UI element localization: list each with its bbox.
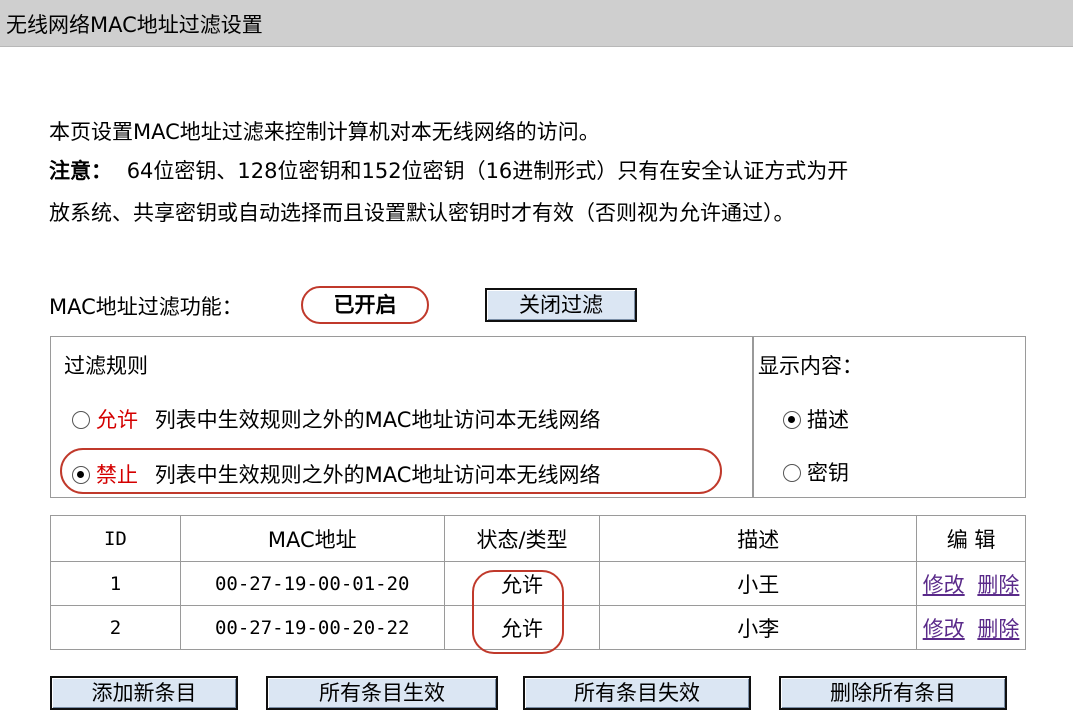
filter-label: MAC地址过滤功能：: [49, 295, 243, 319]
row-desc: 小李: [599, 605, 918, 650]
title-bar: 无线网络MAC地址过滤设置: [0, 0, 1073, 47]
display-desc-label: 描述: [807, 408, 849, 432]
note-text-1: 64位密钥、128位密钥和152位密钥（16进制形式）只有在安全认证方式为开: [126, 159, 849, 183]
delete-link[interactable]: 删除: [977, 617, 1019, 641]
status-highlight: [472, 570, 564, 654]
filter-status-badge: 已开启: [301, 286, 429, 324]
rule-deny-option[interactable]: 禁止 列表中生效规则之外的MAC地址访问本无线网络: [72, 459, 600, 489]
delete-link[interactable]: 删除: [977, 573, 1019, 597]
disable-all-button[interactable]: 所有条目失效: [523, 676, 751, 710]
rule-deny-radio[interactable]: [72, 466, 90, 484]
row-id: 2: [50, 605, 181, 650]
display-title: 显示内容：: [758, 354, 863, 378]
toggle-filter-button[interactable]: 关闭过滤: [485, 288, 637, 322]
modify-link[interactable]: 修改: [923, 617, 965, 641]
table-header-row: ID MAC地址 状态/类型 描述 编 辑: [50, 515, 1026, 562]
delete-all-button[interactable]: 删除所有条目: [779, 676, 1007, 710]
header-id: ID: [50, 515, 181, 562]
display-key-option[interactable]: 密钥: [783, 457, 849, 487]
row-mac: 00-27-19-00-20-22: [179, 605, 445, 650]
display-desc-radio[interactable]: [783, 411, 801, 429]
modify-link[interactable]: 修改: [923, 573, 965, 597]
rule-allow-option[interactable]: 允许 列表中生效规则之外的MAC地址访问本无线网络: [72, 404, 600, 434]
row-edit: 修改 删除: [916, 561, 1026, 606]
allow-keyword: 允许: [96, 408, 138, 432]
note-line-1: 注意： 64位密钥、128位密钥和152位密钥（16进制形式）只有在安全认证方式…: [49, 155, 848, 185]
display-key-radio[interactable]: [783, 464, 801, 482]
row-mac: 00-27-19-00-01-20: [179, 561, 445, 606]
note-label: 注意：: [49, 159, 112, 183]
deny-keyword: 禁止: [96, 463, 138, 487]
enable-all-button[interactable]: 所有条目生效: [266, 676, 498, 710]
intro-text: 本页设置MAC地址过滤来控制计算机对本无线网络的访问。: [49, 120, 600, 144]
page-title: 无线网络MAC地址过滤设置: [6, 13, 263, 37]
deny-text: 列表中生效规则之外的MAC地址访问本无线网络: [154, 463, 601, 487]
header-desc: 描述: [599, 515, 918, 562]
row-edit: 修改 删除: [916, 605, 1026, 650]
row-desc: 小王: [599, 561, 918, 606]
allow-text: 列表中生效规则之外的MAC地址访问本无线网络: [154, 408, 601, 432]
row-id: 1: [50, 561, 181, 606]
rule-allow-radio[interactable]: [72, 411, 90, 429]
note-line-2: 放系统、共享密钥或自动选择而且设置默认密钥时才有效（否则视为允许通过）。: [49, 201, 795, 225]
header-mac: MAC地址: [179, 515, 445, 562]
header-status: 状态/类型: [443, 515, 601, 562]
header-edit: 编 辑: [916, 515, 1026, 562]
display-desc-option[interactable]: 描述: [783, 404, 849, 434]
display-key-label: 密钥: [807, 461, 849, 485]
rules-title: 过滤规则: [64, 354, 148, 378]
add-entry-button[interactable]: 添加新条目: [50, 676, 238, 710]
